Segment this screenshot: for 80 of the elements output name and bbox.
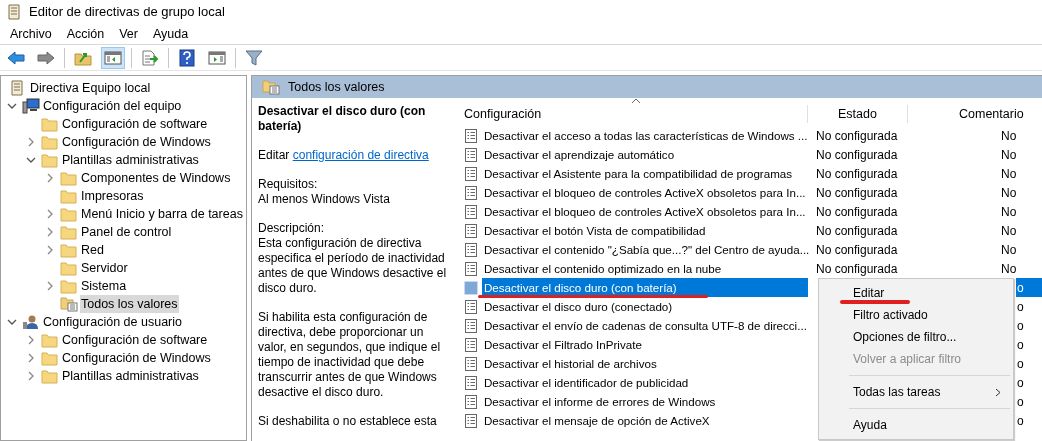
comment-cell-text: o — [1016, 298, 1024, 316]
state-cell-text: No configurada — [816, 146, 898, 164]
requirements-label: Requisitos: — [258, 177, 319, 192]
tree-item[interactable]: Configuración de software — [61, 330, 209, 350]
state-cell-text: No configurada — [816, 165, 898, 183]
comment-cell-text: No — [1000, 146, 1017, 164]
tree-item[interactable]: Directiva Equipo local — [29, 78, 152, 98]
setting-row[interactable]: Desactivar el informe de errores de Windows — [482, 392, 808, 411]
menu-option[interactable]: Todas las tareas — [819, 381, 1013, 403]
panel-title: Todos los valores — [288, 78, 385, 96]
setting-row[interactable]: Desactivar el botón Vista de compatibilidad — [482, 221, 808, 240]
tree-item[interactable]: Componentes de Windows — [80, 168, 232, 188]
tree-item[interactable]: Configuración de usuario — [42, 312, 183, 332]
state-cell-text: No configurada — [816, 241, 898, 259]
setting-row[interactable]: Desactivar el bloqueo de controles ActiveX obsoletos para In... — [482, 202, 808, 221]
setting-row[interactable]: Desactivar el disco duro (conectado) — [482, 297, 808, 316]
comment-cell-text: No — [1000, 165, 1017, 183]
comment-cell-text: No — [1000, 260, 1017, 278]
setting-row[interactable]: Desactivar el contenido optimizado en la nube — [482, 259, 808, 278]
comment-cell-text: No — [1000, 222, 1017, 240]
menu-option[interactable]: Editar — [819, 282, 1013, 304]
tree-item[interactable]: Configuración de Windows — [61, 348, 212, 368]
menu-item[interactable]: Acción — [66, 24, 105, 44]
requirements-text: Al menos Windows Vista — [258, 192, 391, 207]
menu-option[interactable]: Ayuda — [819, 414, 1013, 436]
menu-option[interactable]: Filtro activado — [819, 304, 1013, 326]
menu-option[interactable]: Opciones de filtro... — [819, 326, 1013, 348]
tree-item[interactable]: Panel de control — [80, 222, 173, 242]
state-cell-text: No configurada — [816, 260, 898, 278]
comment-cell-text: No — [1000, 127, 1017, 145]
setting-row[interactable]: Desactivar el aprendizaje automático — [482, 145, 808, 164]
description-label: Descripción: — [258, 221, 326, 236]
tree-item[interactable]: Red — [80, 240, 105, 260]
comment-cell-text: No — [1000, 184, 1017, 202]
comment-cell-text: No — [1000, 203, 1017, 221]
comment-cell-text: o — [1016, 317, 1024, 335]
window-title: Editor de directivas de grupo local — [29, 3, 225, 22]
description-paragraph: Si habilita esta configuración de directiva, debe proporcionar un valor, en segundos, que indique el tiempo de inactividad que debe transcurrir antes de que Windows desactive el disco duro. — [258, 310, 442, 400]
tree-item[interactable]: Plantillas administrativas — [61, 150, 200, 170]
column-header[interactable]: Configuración — [461, 104, 808, 124]
state-cell-text: No configurada — [816, 222, 898, 240]
state-cell-text: No configurada — [816, 127, 898, 145]
setting-row[interactable]: Desactivar el envío de cadenas de consulta UTF-8 de direcci... — [482, 316, 808, 335]
comment-cell-text: o — [1016, 412, 1024, 430]
column-header[interactable]: Estado — [808, 104, 908, 124]
edit-text: Editar configuración de directiva — [258, 148, 430, 163]
menu-item[interactable]: Ver — [119, 24, 138, 44]
comment-cell-text: o — [1016, 393, 1024, 411]
description-paragraph: Esta configuración de directiva especifica el período de inactividad antes de que Windows desactive el disco duro. — [258, 236, 448, 296]
setting-row[interactable]: Desactivar el mensaje de opción de ActiveX — [482, 411, 808, 430]
setting-row[interactable]: Desactivar el historial de archivos — [482, 354, 808, 373]
menu-item[interactable]: Ayuda — [153, 24, 189, 44]
tree-item[interactable]: Menú Inicio y barra de tareas — [80, 204, 244, 224]
comment-cell-text: o — [1016, 374, 1024, 392]
tree-item[interactable]: Configuración de Windows — [61, 132, 212, 152]
comment-cell-text: No — [1000, 241, 1017, 259]
state-cell-text: No configurada — [816, 203, 898, 221]
setting-row[interactable]: Desactivar el identificador de publicidad — [482, 373, 808, 392]
tree-item[interactable]: Impresoras — [80, 186, 145, 206]
menu-item[interactable]: Archivo — [10, 24, 52, 44]
tree-item[interactable]: Sistema — [80, 276, 128, 296]
setting-row[interactable]: Desactivar el Asistente para la compatibilidad de programas — [482, 164, 808, 183]
setting-row[interactable]: Desactivar el contenido "¿Sabía que...?" del Centro de ayuda... — [482, 240, 810, 259]
comment-cell: o — [1016, 278, 1042, 297]
column-header[interactable]: Comentario — [908, 104, 1042, 124]
description-paragraph: Si deshabilita o no establece esta — [258, 414, 438, 429]
setting-row[interactable]: Desactivar el Filtrado InPrivate — [482, 335, 808, 354]
setting-row[interactable]: Desactivar el acceso a todas las características de Windows ... — [482, 126, 808, 145]
setting-row[interactable]: Desactivar el disco duro (con batería) — [482, 278, 808, 297]
state-cell-text: No configurada — [816, 184, 898, 202]
comment-cell-text: o — [1016, 355, 1024, 373]
setting-title: Desactivar el disco duro (con batería) — [258, 104, 427, 134]
tree-item[interactable]: Configuración del equipo — [42, 96, 183, 116]
comment-cell-text: o — [1016, 336, 1024, 354]
tree-item[interactable]: Plantillas administrativas — [61, 366, 200, 386]
tree-item[interactable]: Servidor — [80, 258, 129, 278]
setting-row[interactable]: Desactivar el bloqueo de controles ActiveX obsoletos para In... — [482, 183, 808, 202]
tree-item[interactable]: Configuración de software — [61, 114, 209, 134]
policy-link[interactable]: configuración de directiva — [292, 148, 429, 162]
tree-item[interactable]: Todos los valores — [80, 294, 179, 314]
